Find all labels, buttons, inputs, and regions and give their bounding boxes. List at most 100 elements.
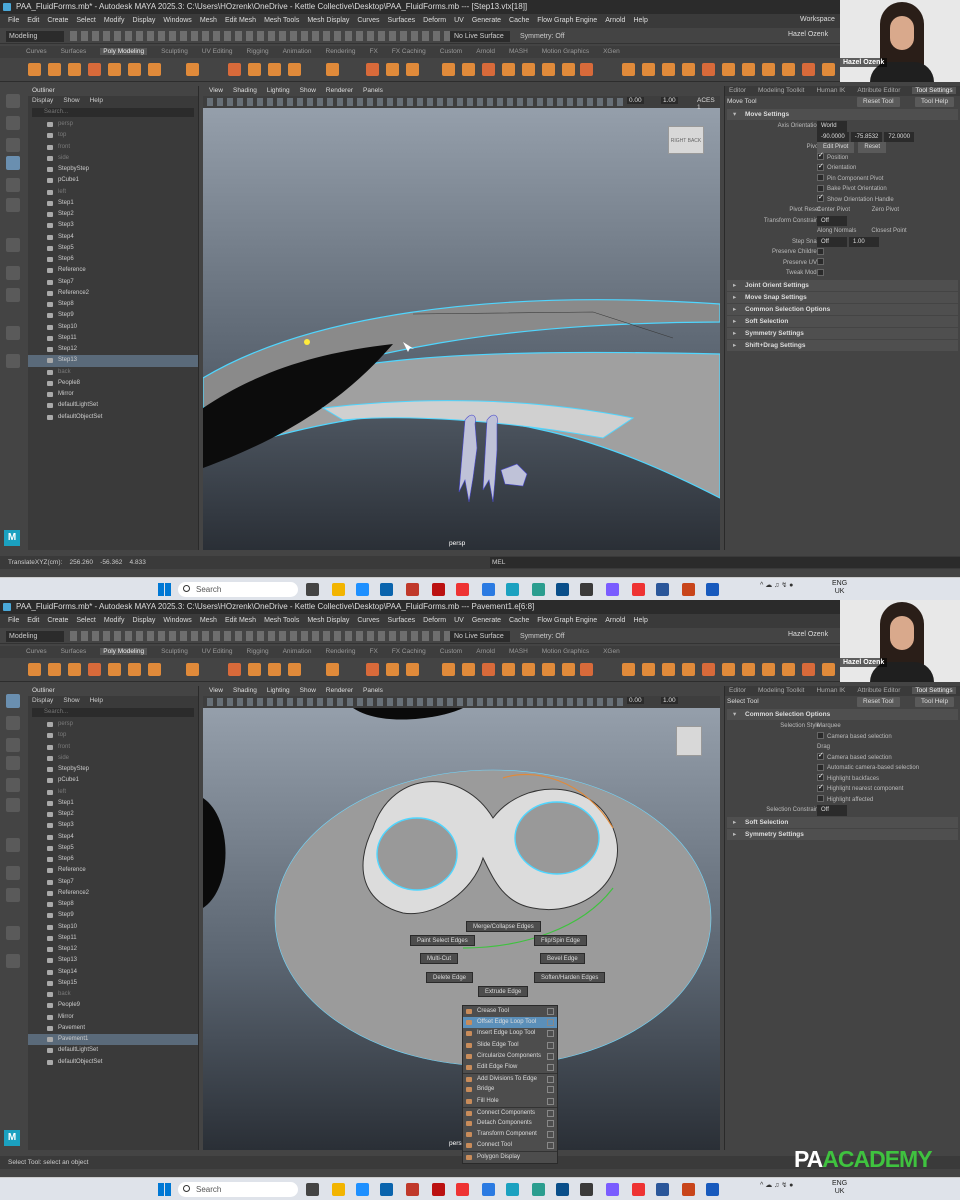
shelf-tab-arnold[interactable]: Arnold [476, 48, 495, 55]
panel-tab-attribute-editor[interactable]: Attribute Editor [857, 87, 900, 94]
outliner-item[interactable]: Step6 [28, 254, 198, 265]
taskbar-app-icon[interactable] [532, 1183, 545, 1196]
color-space[interactable]: ACES 1 [695, 97, 720, 111]
paint-select-icon[interactable] [6, 738, 20, 752]
outliner-item[interactable]: Step9 [28, 310, 198, 321]
shelf-tool-icon[interactable] [386, 663, 399, 676]
along-normals-radio[interactable]: Along Normals [817, 228, 856, 234]
outliner-item[interactable]: Step2 [28, 209, 198, 220]
shelf-tab-surfaces[interactable]: Surfaces [61, 48, 87, 55]
outliner-item[interactable]: defaultObjectSet [28, 412, 198, 423]
shelf-tool-icon[interactable] [406, 663, 419, 676]
shelf-tool-icon[interactable] [48, 63, 61, 76]
shelf-tab-custom[interactable]: Custom [440, 648, 462, 655]
move-tool-icon[interactable] [6, 756, 20, 770]
shelf-tool-icon[interactable] [248, 663, 261, 676]
taskbar-app-icon[interactable] [632, 583, 645, 596]
shelf-tab-uv-editing[interactable]: UV Editing [202, 648, 233, 655]
axis-orientation-select[interactable]: World [817, 121, 847, 132]
shelf-tool-icon[interactable] [742, 663, 755, 676]
live-surface-field[interactable]: No Live Surface [450, 631, 510, 642]
outliner-item[interactable]: Step10 [28, 922, 198, 933]
outliner-menu-help[interactable]: Help [90, 697, 103, 704]
step-snap-value[interactable]: 1.00 [849, 236, 879, 247]
lasso-tool-icon[interactable] [6, 716, 20, 730]
taskbar-app-icon[interactable] [632, 1183, 645, 1196]
mm-flip-spin-edge[interactable]: Flip/Spin Edge [534, 935, 588, 946]
panel-tab-editor[interactable]: Editor [729, 687, 746, 694]
outliner-item[interactable]: top [28, 130, 198, 141]
taskbar-app-icon[interactable] [432, 1183, 445, 1196]
shelf-tab-fx[interactable]: FX [370, 648, 378, 655]
taskbar-app-icon[interactable] [682, 1183, 695, 1196]
section-move-snap[interactable]: Move Snap Settings [727, 291, 958, 303]
panel-tab-editor[interactable]: Editor [729, 87, 746, 94]
menu-uv[interactable]: UV [454, 617, 464, 624]
shelf-tool-icon[interactable] [28, 63, 41, 76]
menu-surfaces[interactable]: Surfaces [388, 17, 416, 24]
shelf-tool-icon[interactable] [662, 63, 675, 76]
shelf-tool-icon[interactable] [442, 663, 455, 676]
outliner-menu-show[interactable]: Show [63, 697, 79, 704]
preserve-children-checkbox[interactable] [817, 247, 824, 255]
transform-constraint-select[interactable]: Off [817, 215, 847, 226]
hl-backfaces-checkbox[interactable] [817, 772, 824, 783]
outliner-menu-show[interactable]: Show [63, 97, 79, 104]
auto-camera-checkbox[interactable] [817, 763, 824, 771]
exposure-field[interactable]: 0.00 [627, 97, 644, 104]
viewport-toolbar-icons[interactable] [207, 698, 627, 706]
menu-help[interactable]: Help [633, 17, 647, 24]
shelf-tab-mash[interactable]: MASH [509, 48, 528, 55]
reset-tool-button[interactable]: Reset Tool [857, 697, 900, 707]
menu-flow-graph-engine[interactable]: Flow Graph Engine [537, 17, 597, 24]
outliner-item[interactable]: Step3 [28, 820, 198, 831]
shelf-tab-poly-modeling[interactable]: Poly Modeling [100, 648, 148, 655]
menu-item-detach-components[interactable]: Detach Components [463, 1118, 557, 1129]
taskbar-app-icon[interactable] [656, 583, 669, 596]
shelf-tool-icon[interactable] [642, 63, 655, 76]
camera-based-checkbox[interactable] [817, 732, 824, 740]
shelf-tool-icon[interactable] [580, 663, 593, 676]
section-symmetry[interactable]: Symmetry Settings [727, 828, 958, 840]
menu-item-polygon-display[interactable]: Polygon Display [463, 1151, 557, 1162]
shelf-tool-icon[interactable] [148, 663, 161, 676]
shelf-tool-icon[interactable] [642, 663, 655, 676]
outliner-item[interactable]: Step6 [28, 854, 198, 865]
shelf-tool-icon[interactable] [782, 63, 795, 76]
menu-file[interactable]: File [8, 617, 19, 624]
menu-item-add-divisions-to-edge[interactable]: Add Divisions To Edge [463, 1073, 557, 1084]
shelf-tool-icon[interactable] [108, 63, 121, 76]
mm-extrude-edge[interactable]: Extrude Edge [478, 986, 529, 997]
magnify-icon[interactable] [6, 954, 20, 968]
shelf-tab-sculpting[interactable]: Sculpting [161, 648, 188, 655]
outliner-item[interactable]: Reference [28, 265, 198, 276]
option-box-icon[interactable] [547, 1076, 554, 1084]
shelf-tool-icon[interactable] [326, 63, 339, 76]
outliner-item[interactable]: Step13 [28, 355, 198, 367]
viewport-menu-lighting[interactable]: Lighting [267, 687, 290, 694]
shelf-tab-surfaces[interactable]: Surfaces [61, 648, 87, 655]
taskbar-app-icon[interactable] [606, 583, 619, 596]
center-pivot-radio[interactable]: Center Pivot [817, 207, 850, 213]
rotate-tool-icon[interactable] [6, 178, 20, 192]
view-cube[interactable] [676, 726, 702, 756]
layout-two-icon[interactable] [6, 288, 20, 302]
menu-mesh[interactable]: Mesh [200, 617, 217, 624]
option-box-icon[interactable] [547, 1086, 554, 1094]
menu-file[interactable]: File [8, 17, 19, 24]
taskbar-app-icon[interactable] [406, 583, 419, 596]
windows-start-icon[interactable] [158, 583, 171, 596]
panel-tab-human-ik[interactable]: Human IK [816, 87, 845, 94]
outliner-item[interactable]: left [28, 787, 198, 798]
shelf-tool-icon[interactable] [108, 663, 121, 676]
symmetry-dropdown[interactable]: Symmetry: Off [520, 631, 580, 642]
layout-four-icon[interactable] [6, 266, 20, 280]
option-box-icon[interactable] [547, 1019, 554, 1027]
shelf-tab-custom[interactable]: Custom [440, 48, 462, 55]
shelf-tool-icon[interactable] [542, 63, 555, 76]
taskbar-search[interactable]: Search [178, 1182, 298, 1197]
shelf-tool-icon[interactable] [482, 63, 495, 76]
tweak-mode-checkbox[interactable] [817, 268, 824, 276]
shelf-tool-icon[interactable] [128, 663, 141, 676]
shelf-tab-motion-graphics[interactable]: Motion Graphics [542, 48, 589, 55]
